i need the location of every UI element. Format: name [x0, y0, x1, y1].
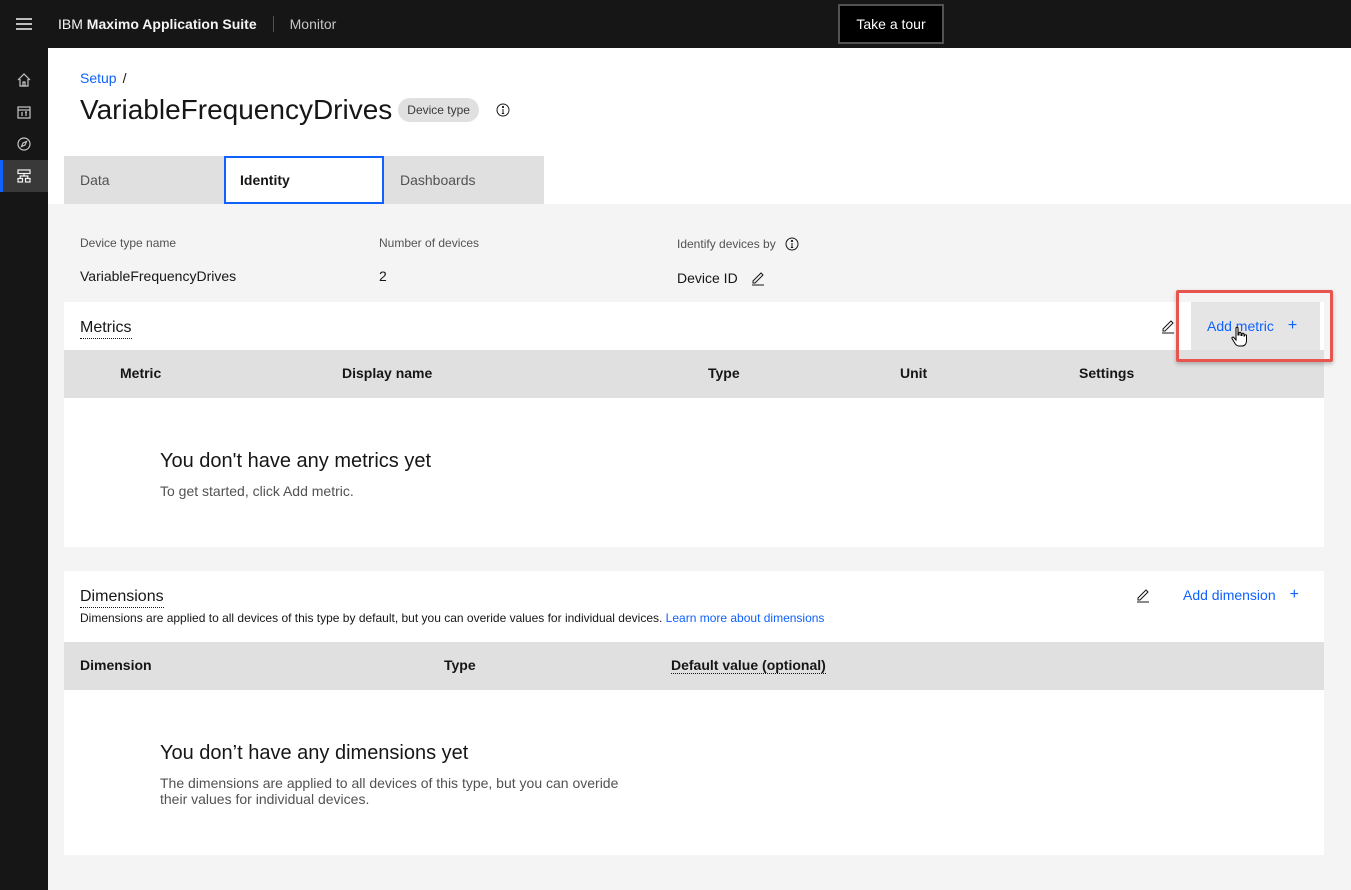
- column-metric[interactable]: Metric: [120, 365, 161, 381]
- title-row: VariableFrequencyDrives Device type: [80, 94, 511, 126]
- add-dimension-label: Add dimension: [1183, 587, 1276, 603]
- add-dimension-button[interactable]: Add dimension +: [1167, 571, 1315, 619]
- home-icon: [17, 73, 31, 87]
- page-title: VariableFrequencyDrives: [80, 94, 393, 125]
- brand-name[interactable]: IBM Maximo Application Suite: [48, 16, 274, 32]
- identify-devices-by-value: Device ID: [677, 270, 738, 286]
- number-of-devices-value: 2: [379, 268, 387, 284]
- dimensions-empty-text: The dimensions are applied to all device…: [160, 775, 619, 807]
- plus-icon: +: [1289, 586, 1299, 603]
- identify-devices-by-label: Identify devices by: [677, 237, 776, 251]
- column-display-name[interactable]: Display name: [342, 365, 432, 381]
- edit-dimensions-button[interactable]: [1135, 587, 1151, 603]
- take-a-tour-button[interactable]: Take a tour: [838, 4, 944, 44]
- brand-ibm: IBM: [58, 16, 83, 32]
- metrics-panel: Metrics Add metric + Metric Display name…: [64, 302, 1324, 547]
- dimensions-panel: Dimensions Dimensions are applied to all…: [64, 571, 1324, 855]
- information-icon[interactable]: [495, 102, 511, 118]
- dimensions-empty-title: You don’t have any dimensions yet: [160, 742, 469, 764]
- metrics-title: Metrics: [80, 319, 132, 339]
- rail-compass[interactable]: [0, 128, 48, 160]
- edit-icon: [1137, 589, 1149, 603]
- information-icon[interactable]: [784, 236, 800, 252]
- column-type[interactable]: Type: [708, 365, 740, 381]
- identify-devices-by-field: Identify devices by Device ID: [677, 236, 800, 286]
- identify-devices-by-value-row: Device ID: [677, 270, 800, 286]
- hand-cursor-icon: [1231, 326, 1247, 347]
- identity-summary: Device type name VariableFrequencyDrives…: [64, 204, 1351, 302]
- side-rail: [0, 48, 48, 890]
- device-type-name-label: Device type name: [80, 236, 177, 250]
- dimensions-description: Dimensions are applied to all devices of…: [80, 611, 824, 625]
- add-metric-button[interactable]: Add metric +: [1191, 302, 1320, 350]
- brand-suite: Maximo Application Suite: [86, 16, 257, 32]
- device-type-name-value: VariableFrequencyDrives: [80, 268, 237, 284]
- tab-identity[interactable]: Identity: [224, 156, 384, 204]
- device-type-name-field: Device type name VariableFrequencyDrives: [80, 236, 236, 284]
- number-of-devices-field: Number of devices 2: [379, 236, 479, 284]
- identify-devices-by-label-row: Identify devices by: [677, 236, 800, 252]
- dimensions-table-header: Dimension Type Default value (optional): [64, 642, 1324, 690]
- app-name: Monitor: [289, 16, 337, 32]
- breadcrumb: Setup /: [80, 70, 126, 86]
- number-of-devices-label: Number of devices: [379, 236, 480, 250]
- dimensions-description-text: Dimensions are applied to all devices of…: [80, 611, 663, 625]
- breadcrumb-setup-link[interactable]: Setup: [80, 70, 117, 86]
- page-header: Setup / VariableFrequencyDrives Device t…: [48, 48, 1351, 204]
- tab-dashboards[interactable]: Dashboards: [384, 156, 544, 204]
- calendar-icon: [17, 106, 31, 119]
- edit-icon: [1162, 320, 1174, 334]
- tab-list: Data Identity Dashboards: [64, 156, 544, 204]
- metrics-empty-title: You don't have any metrics yet: [160, 450, 432, 472]
- column-settings[interactable]: Settings: [1079, 365, 1134, 381]
- column-default-value[interactable]: Default value (optional): [671, 657, 826, 674]
- edit-icon[interactable]: [750, 270, 766, 286]
- column-dimension[interactable]: Dimension: [80, 657, 152, 673]
- top-header: IBM Maximo Application Suite Monitor Tak…: [0, 0, 1351, 48]
- rail-calendar[interactable]: [0, 96, 48, 128]
- learn-more-dimensions-link[interactable]: Learn more about dimensions: [666, 611, 825, 625]
- edit-metrics-button[interactable]: [1160, 318, 1176, 334]
- rail-home[interactable]: [0, 64, 48, 96]
- tab-data[interactable]: Data: [64, 156, 224, 204]
- compass-icon: [17, 137, 31, 151]
- dimensions-title: Dimensions: [80, 588, 164, 608]
- breadcrumb-separator: /: [122, 70, 127, 86]
- device-type-tag: Device type: [398, 98, 479, 122]
- column-unit[interactable]: Unit: [900, 365, 927, 381]
- column-type[interactable]: Type: [444, 657, 476, 673]
- data-structure-icon: [17, 169, 31, 183]
- metrics-empty-text: To get started, click Add metric.: [160, 483, 354, 499]
- rail-setup[interactable]: [0, 160, 48, 192]
- metrics-table-header: Metric Display name Type Unit Settings: [64, 350, 1324, 398]
- plus-icon: +: [1287, 317, 1298, 334]
- menu-icon[interactable]: [0, 0, 48, 48]
